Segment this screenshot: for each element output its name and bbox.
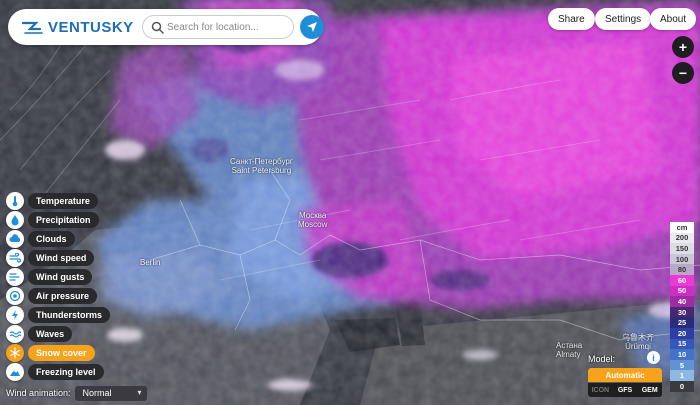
layer-air-pressure[interactable]: Air pressure (6, 287, 98, 305)
zoom-out-button[interactable]: − (672, 62, 694, 84)
thermometer-icon (6, 192, 24, 210)
city-name-local: Москва (299, 211, 327, 220)
raindrop-icon (6, 211, 24, 229)
city-name-local: 乌鲁木齐 (622, 333, 654, 342)
legend-entry: 200 (670, 232, 694, 244)
layer-thunderstorms[interactable]: Thunderstorms (6, 306, 111, 324)
model-option-gfs[interactable]: GFS (613, 383, 638, 397)
legend-entry: 30 (670, 306, 694, 318)
freezing-level-icon (6, 363, 24, 381)
legend-entry: 50 (670, 285, 694, 297)
search-input[interactable] (167, 19, 289, 36)
location-arrow-icon (307, 22, 317, 32)
snow-depth-legend[interactable]: cm 200 150 100 80 60 50 40 30 25 20 15 10 5 1 0 (670, 222, 694, 392)
city-label-berlin: Berlin (140, 258, 161, 267)
city-name-local: Санкт-Петербург (230, 157, 293, 166)
wind-animation-control: Wind animation: Normal ▾ (6, 385, 147, 401)
logo-text: VENTUSKY (48, 18, 134, 36)
settings-button[interactable]: Settings (595, 8, 652, 30)
layer-label: Precipitation (28, 212, 99, 228)
layer-label: Wind gusts (28, 269, 93, 285)
layer-label: Clouds (28, 231, 75, 247)
legend-entry: 100 (670, 253, 694, 265)
chevron-down-icon: ▾ (137, 387, 142, 397)
waves-icon (6, 325, 24, 343)
wind-animation-value: Normal (82, 388, 112, 398)
layer-freezing-level[interactable]: Freezing level (6, 363, 104, 381)
share-button[interactable]: Share (548, 8, 595, 30)
weather-map[interactable]: Санкт-Петербург Saint Petersburg Москва … (0, 0, 700, 405)
legend-entry: 25 (670, 317, 694, 328)
header-bar: VENTUSKY (8, 9, 324, 45)
search-box[interactable] (142, 15, 294, 39)
layer-label: Thunderstorms (28, 307, 111, 323)
zoom-in-button[interactable]: + (672, 36, 694, 58)
layer-label: Wind speed (28, 250, 95, 266)
wind-icon (6, 249, 24, 267)
search-icon (151, 21, 164, 34)
wind-gust-icon (6, 268, 24, 286)
layer-clouds[interactable]: Clouds (6, 230, 75, 248)
city-name-english: Saint Petersburg (231, 166, 292, 175)
model-option-gem[interactable]: GEM (637, 383, 662, 397)
cloud-icon (6, 230, 24, 248)
model-options: ICON GFS GEM (588, 383, 662, 397)
layer-temperature[interactable]: Temperature (6, 192, 98, 210)
layer-label: Freezing level (28, 364, 104, 380)
legend-entry: 1 (670, 370, 694, 381)
layer-label: Air pressure (28, 288, 98, 304)
model-option-icon[interactable]: ICON (588, 383, 613, 397)
layer-precipitation[interactable]: Precipitation (6, 211, 99, 229)
model-info-button[interactable]: i (647, 351, 660, 364)
legend-entry: 5 (670, 359, 694, 371)
lightning-icon (6, 306, 24, 324)
city-label-almaty: Almaty (556, 350, 581, 359)
layer-label: Temperature (28, 193, 98, 209)
legend-entry: 60 (670, 274, 694, 286)
legend-entry: 0 (670, 380, 694, 392)
snowflake-icon (6, 344, 24, 362)
layer-wind-gusts[interactable]: Wind gusts (6, 268, 93, 286)
legend-entry: 80 (670, 264, 694, 275)
layer-wind-speed[interactable]: Wind speed (6, 249, 95, 267)
layer-snow-cover[interactable]: Snow cover (6, 344, 95, 362)
city-label-moscow: Москва Moscow (298, 211, 327, 229)
model-label: Model: (588, 354, 616, 364)
city-label-saint-petersburg: Санкт-Петербург Saint Petersburg (230, 157, 293, 175)
wind-animation-select[interactable]: Normal ▾ (74, 385, 147, 401)
city-label-urumqi: 乌鲁木齐 Ürümqi (622, 333, 654, 351)
city-name-english: Moscow (298, 220, 328, 229)
snow-cover-layer (0, 0, 700, 405)
locate-button[interactable] (300, 15, 324, 39)
legend-unit: cm (670, 222, 694, 233)
pressure-icon (6, 287, 24, 305)
ventusky-logo[interactable]: VENTUSKY (22, 18, 134, 36)
logo-wind-icon (22, 21, 43, 34)
legend-scale: 200 150 100 80 60 50 40 30 25 20 15 10 5 1 0 (670, 232, 694, 392)
legend-entry: 15 (670, 338, 694, 350)
model-automatic-button[interactable]: Automatic (588, 368, 662, 382)
layer-label: Waves (28, 326, 73, 342)
legend-entry: 10 (670, 349, 694, 360)
layer-label: Snow cover (28, 345, 95, 361)
legend-entry: 150 (670, 243, 694, 254)
wind-animation-label: Wind animation: (6, 388, 71, 398)
legend-entry: 40 (670, 296, 694, 307)
city-label-astana: Астана (556, 341, 583, 350)
legend-entry: 20 (670, 327, 694, 339)
layer-waves[interactable]: Waves (6, 325, 73, 343)
city-name-english: Ürümqi (625, 342, 651, 351)
about-button[interactable]: About (650, 8, 697, 30)
